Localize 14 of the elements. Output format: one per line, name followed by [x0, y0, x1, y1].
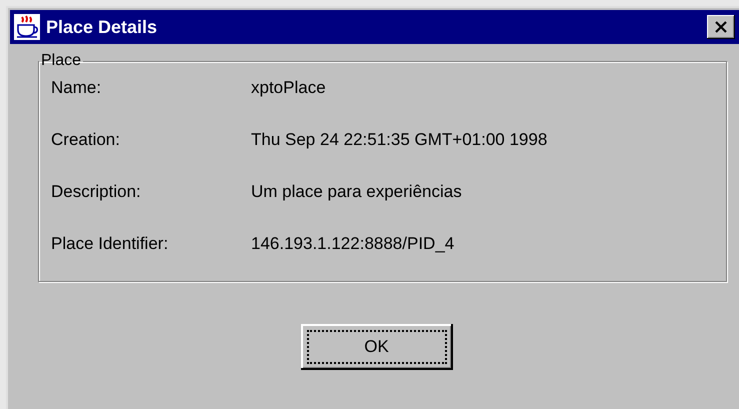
window-title: Place Details	[46, 16, 158, 38]
ok-button[interactable]: OK	[300, 324, 452, 370]
field-value: Um place para experiências	[251, 182, 463, 202]
field-label: Description:	[51, 182, 142, 202]
close-icon	[714, 20, 728, 34]
field-label: Name:	[51, 78, 102, 98]
close-button[interactable]	[707, 15, 735, 39]
cup-icon	[14, 14, 40, 40]
field-label: Creation:	[51, 130, 121, 150]
field-label: Place Identifier:	[51, 234, 170, 254]
field-value: Thu Sep 24 22:51:35 GMT+01:00 1998	[251, 130, 548, 150]
field-value: 146.193.1.122:8888/PID_4	[251, 234, 456, 254]
field-value: xptoPlace	[251, 78, 327, 98]
group-title: Place	[40, 52, 82, 70]
